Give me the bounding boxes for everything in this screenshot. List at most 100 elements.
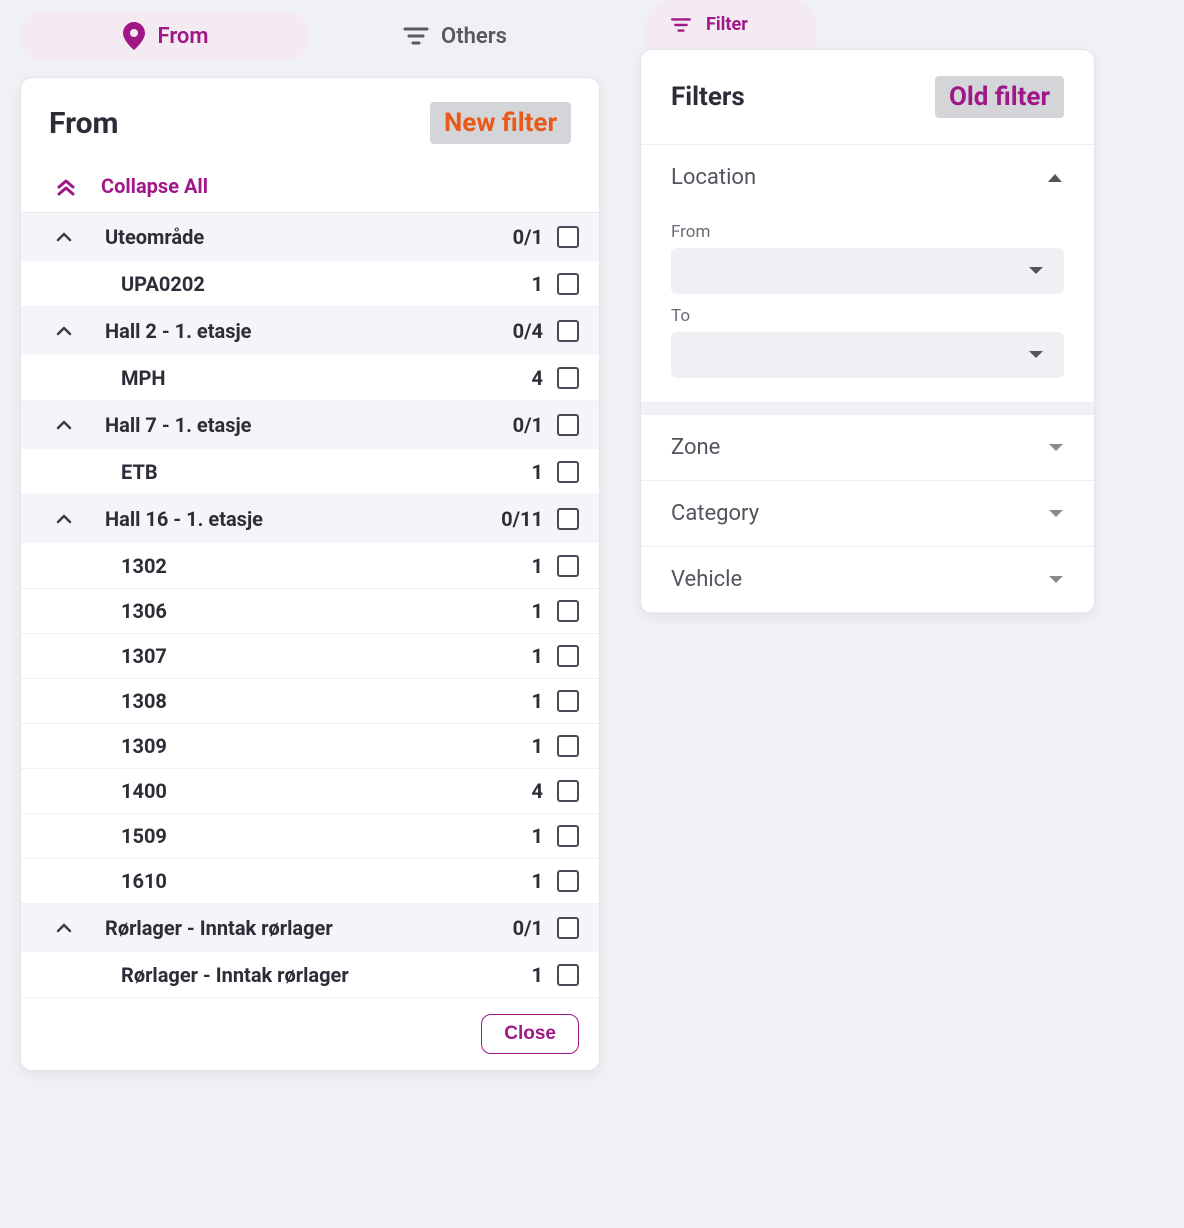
tree-child-label: Rørlager - Inntak rørlager (121, 963, 493, 987)
tree-group-checkbox[interactable] (557, 414, 579, 436)
accordion-category-title: Category (671, 501, 759, 526)
filters-panel: Filters Old filter Location From To (640, 49, 1095, 614)
tree-group-checkbox[interactable] (557, 508, 579, 530)
tree-child-count: 1 (493, 689, 543, 713)
tree-group-header[interactable]: Hall 2 - 1. etasje0/4 (21, 307, 599, 356)
tree-child-row[interactable]: 13071 (21, 634, 599, 679)
tree-child-count: 4 (493, 779, 543, 803)
accordion-zone-title: Zone (671, 435, 720, 460)
tree-child-row[interactable]: Rørlager - Inntak rørlager1 (21, 953, 599, 998)
tree-group-label: Rørlager - Inntak rørlager (105, 916, 493, 940)
tree-child-label: MPH (121, 366, 493, 390)
tree-child-count: 1 (493, 272, 543, 296)
tree-child-checkbox[interactable] (557, 870, 579, 892)
collapse-all-button[interactable]: Collapse All (21, 162, 599, 213)
filter-tabs: From Others (20, 10, 600, 62)
tree-child-count: 1 (493, 824, 543, 848)
tree-group-count: 0/11 (493, 507, 543, 531)
panel-title: From (49, 106, 119, 141)
tree-child-count: 4 (493, 366, 543, 390)
tree-child-row[interactable]: MPH4 (21, 356, 599, 401)
location-tree: Uteområde0/1UPA02021Hall 2 - 1. etasje0/… (21, 213, 599, 998)
tree-group-header[interactable]: Hall 16 - 1. etasje0/11 (21, 495, 599, 544)
tree-group-label: Hall 16 - 1. etasje (105, 507, 493, 531)
tree-child-checkbox[interactable] (557, 600, 579, 622)
tree-group-count: 0/1 (493, 413, 543, 437)
tree-child-row[interactable]: 13081 (21, 679, 599, 724)
tree-child-checkbox[interactable] (557, 780, 579, 802)
tree-child-row[interactable]: ETB1 (21, 450, 599, 495)
tree-child-count: 1 (493, 644, 543, 668)
to-field-label: To (671, 306, 1064, 326)
tree-child-label: ETB (121, 460, 493, 484)
tree-child-label: 1309 (121, 734, 493, 758)
tree-group-label: Hall 2 - 1. etasje (105, 319, 493, 343)
tab-others[interactable]: Others (310, 10, 600, 62)
tree-child-row[interactable]: 13091 (21, 724, 599, 769)
tree-child-label: 1509 (121, 824, 493, 848)
tree-child-count: 1 (493, 460, 543, 484)
filter-icon (403, 26, 429, 46)
tab-filter[interactable]: Filter (646, 0, 816, 49)
tree-child-row[interactable]: 14004 (21, 769, 599, 814)
old-filter-badge: Old filter (935, 76, 1064, 118)
tree-group-header[interactable]: Uteområde0/1 (21, 213, 599, 262)
chevron-up-icon (55, 922, 105, 934)
accordion-vehicle-title: Vehicle (671, 567, 742, 592)
tree-child-checkbox[interactable] (557, 735, 579, 757)
tree-child-row[interactable]: UPA02021 (21, 262, 599, 307)
tree-child-checkbox[interactable] (557, 367, 579, 389)
tab-from-label: From (158, 24, 209, 49)
chevron-up-icon (55, 513, 105, 525)
tree-child-row[interactable]: 13021 (21, 544, 599, 589)
from-field-label: From (671, 222, 1064, 242)
chevron-down-icon (1048, 443, 1064, 453)
tree-child-count: 1 (493, 599, 543, 623)
tree-child-checkbox[interactable] (557, 273, 579, 295)
tree-group-count: 0/1 (493, 225, 543, 249)
tab-others-label: Others (441, 24, 507, 49)
double-chevron-up-icon (55, 175, 77, 197)
tree-group-label: Uteområde (105, 225, 493, 249)
close-button[interactable]: Close (481, 1014, 579, 1054)
location-pin-icon (122, 22, 146, 50)
accordion-location-header[interactable]: Location (641, 145, 1094, 210)
tree-group-header[interactable]: Rørlager - Inntak rørlager0/1 (21, 904, 599, 953)
tree-group-checkbox[interactable] (557, 226, 579, 248)
tree-child-row[interactable]: 15091 (21, 814, 599, 859)
new-filter-badge: New filter (430, 102, 571, 144)
tree-child-row[interactable]: 16101 (21, 859, 599, 904)
tree-child-checkbox[interactable] (557, 964, 579, 986)
tree-child-count: 1 (493, 734, 543, 758)
tree-child-label: 1307 (121, 644, 493, 668)
from-select[interactable] (671, 248, 1064, 294)
tree-group-checkbox[interactable] (557, 917, 579, 939)
accordion-zone-header[interactable]: Zone (641, 415, 1094, 480)
from-filter-panel: From New filter Collapse All Uteområde0/… (20, 77, 600, 1071)
tree-group-label: Hall 7 - 1. etasje (105, 413, 493, 437)
chevron-up-icon (55, 231, 105, 243)
tree-child-checkbox[interactable] (557, 645, 579, 667)
tab-from[interactable]: From (20, 10, 310, 62)
tree-child-label: 1610 (121, 869, 493, 893)
tab-filter-label: Filter (706, 14, 748, 35)
tree-child-checkbox[interactable] (557, 461, 579, 483)
tree-child-checkbox[interactable] (557, 690, 579, 712)
chevron-up-icon (55, 325, 105, 337)
chevron-down-icon (1048, 575, 1064, 585)
tree-group-header[interactable]: Hall 7 - 1. etasje0/1 (21, 401, 599, 450)
filters-title: Filters (671, 82, 745, 112)
tree-child-label: 1302 (121, 554, 493, 578)
tree-child-row[interactable]: 13061 (21, 589, 599, 634)
chevron-up-icon (1046, 172, 1064, 184)
tree-group-checkbox[interactable] (557, 320, 579, 342)
tree-group-count: 0/1 (493, 916, 543, 940)
tree-child-checkbox[interactable] (557, 825, 579, 847)
accordion-vehicle-header[interactable]: Vehicle (641, 547, 1094, 612)
tree-child-checkbox[interactable] (557, 555, 579, 577)
accordion-location-title: Location (671, 165, 756, 190)
accordion-category-header[interactable]: Category (641, 481, 1094, 546)
tree-child-count: 1 (493, 554, 543, 578)
tree-child-label: 1400 (121, 779, 493, 803)
to-select[interactable] (671, 332, 1064, 378)
